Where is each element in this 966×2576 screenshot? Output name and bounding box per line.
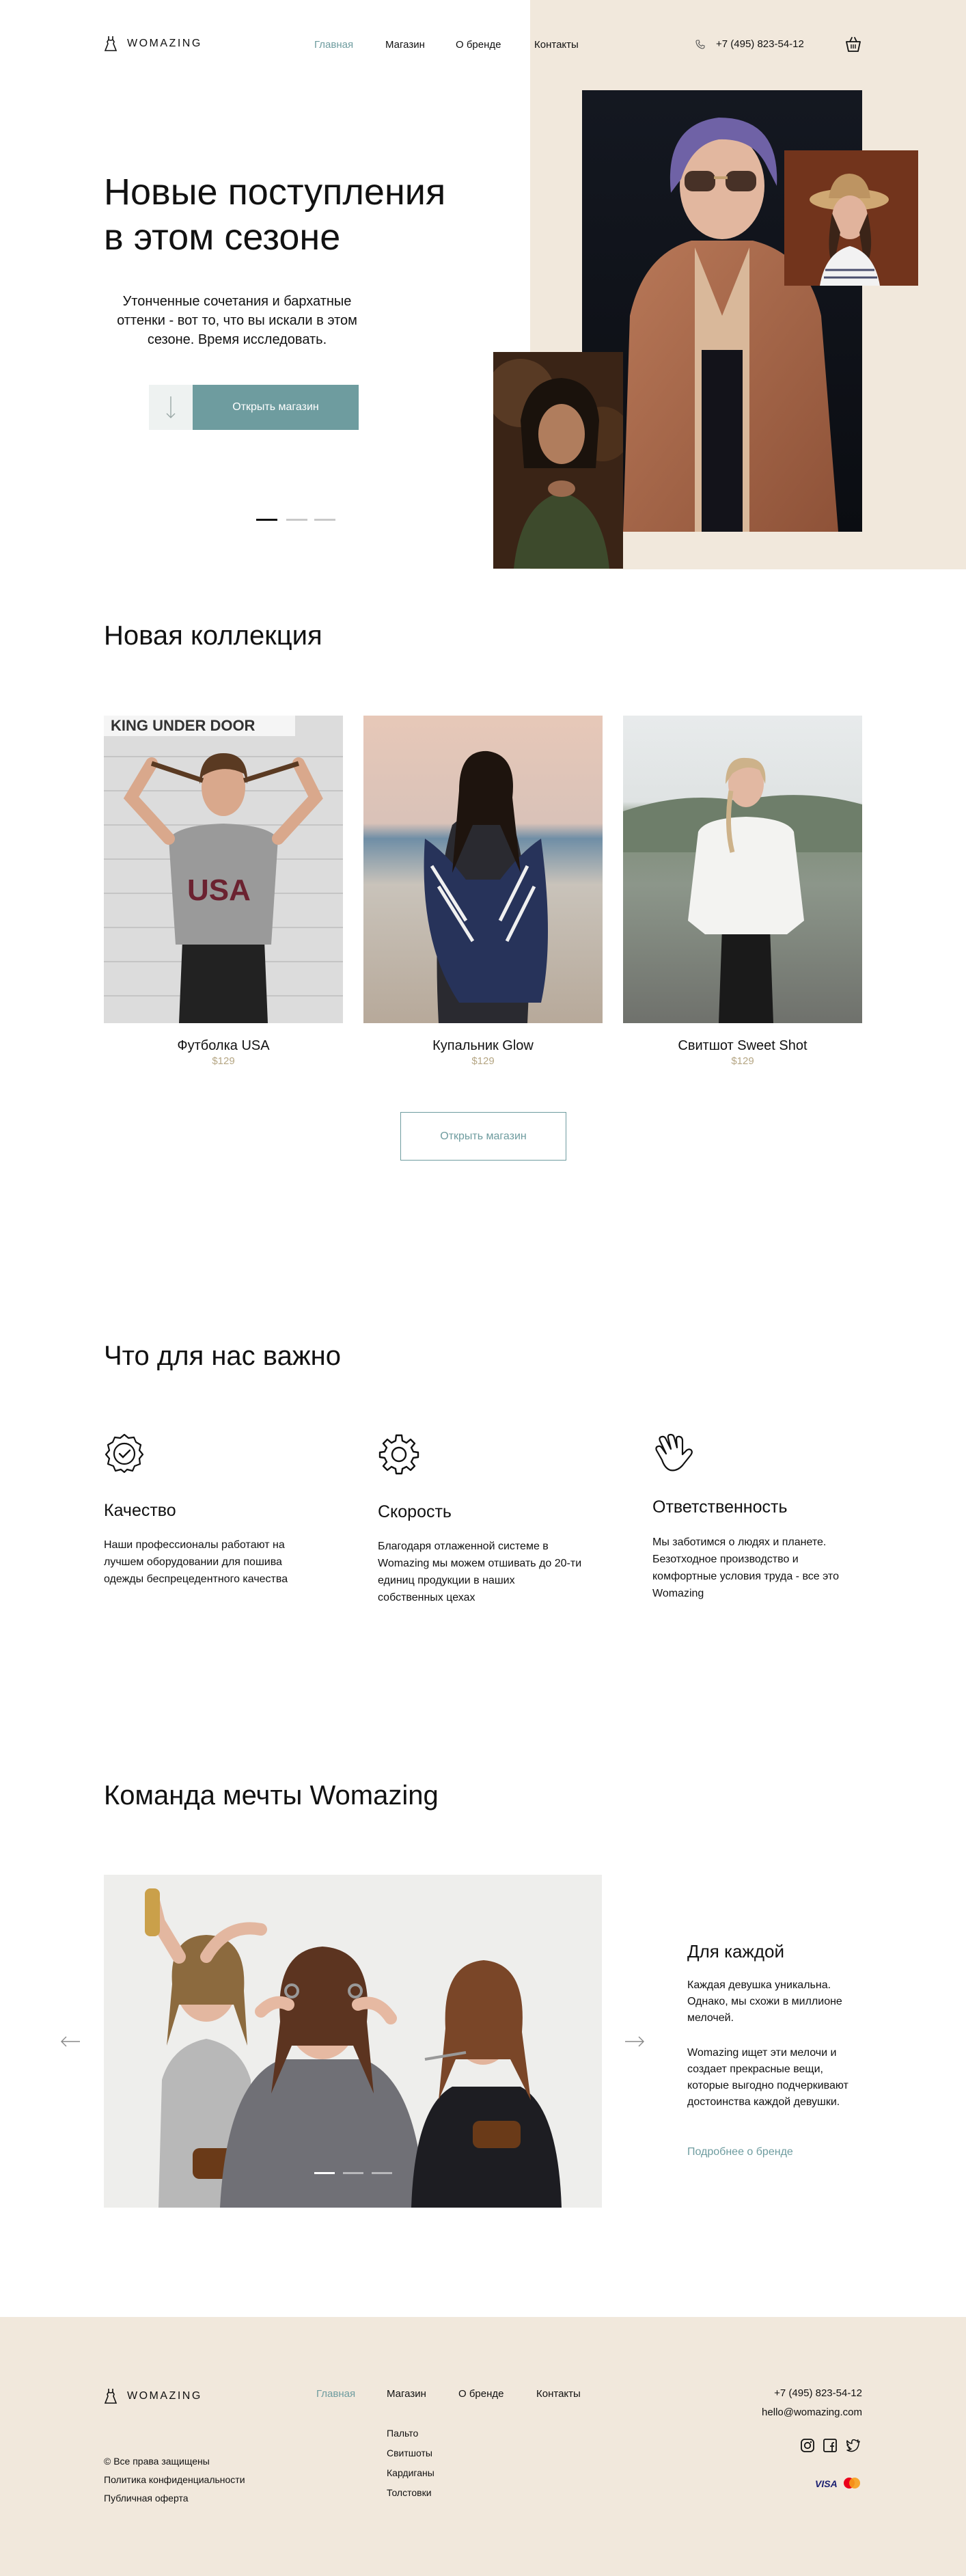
nav-home[interactable]: Главная	[314, 39, 353, 51]
brand-name: WOMAZING	[127, 38, 202, 49]
open-shop-button[interactable]: Открыть магазин	[193, 385, 359, 430]
dress-logo-icon	[104, 36, 118, 51]
phone-number: +7 (495) 823-54-12	[716, 38, 804, 50]
cart-icon[interactable]	[844, 36, 862, 53]
value-text-responsibility: Мы заботимся о людях и планете. Безотход…	[652, 1536, 839, 1599]
nav-shop[interactable]: Магазин	[385, 39, 425, 51]
hero-side-photo	[493, 352, 623, 569]
team-paragraph-2: Womazing ищет эти мелочи и создает прекр…	[687, 2047, 848, 2108]
team-subtitle: Для каждой	[687, 1941, 785, 1962]
team-photo	[104, 1875, 602, 2208]
nav-contacts[interactable]: Контакты	[534, 39, 579, 51]
arrow-right-icon[interactable]	[624, 2035, 645, 2048]
mastercard-icon	[844, 2478, 860, 2489]
value-title-speed: Скорость	[378, 1502, 452, 1521]
footer-nav-home[interactable]: Главная	[316, 2388, 355, 2400]
quality-badge-icon	[105, 1433, 144, 1474]
header-phone[interactable]: +7 (495) 823-54-12	[695, 38, 804, 50]
hero-subtitle: Утонченные сочетания и бархатные оттенки…	[117, 294, 357, 347]
value-title-responsibility: Ответственность	[652, 1497, 788, 1517]
dress-logo-icon	[104, 2389, 118, 2404]
footer-logo[interactable]: WOMAZING	[104, 2388, 202, 2404]
footer-nav-about[interactable]: О бренде	[458, 2388, 504, 2400]
nav-about[interactable]: О бренде	[456, 39, 501, 51]
team-paragraph-1: Каждая девушка уникальна. Однако, мы схо…	[687, 1979, 842, 2024]
scroll-down-button[interactable]	[149, 385, 193, 430]
slider-dot-3[interactable]	[314, 519, 335, 521]
team-title: Команда мечты Womazing	[104, 1780, 439, 1811]
hero-title: Новые поступления в этом сезоне	[104, 170, 527, 260]
slider-dot-2[interactable]	[286, 519, 307, 521]
product-price-usa: $129	[212, 1055, 235, 1067]
value-text-quality: Наши профессионалы работают на лучшем об…	[104, 1539, 288, 1585]
gear-icon	[378, 1434, 419, 1475]
footer	[0, 2317, 966, 2576]
about-brand-link[interactable]: Подробнее о бренде	[687, 2146, 793, 2158]
value-text-speed: Благодаря отлаженной системе в Womazing …	[378, 1541, 582, 1603]
footer-category-sweatshirts[interactable]: Свитшоты	[387, 2448, 432, 2458]
hand-icon	[655, 1433, 693, 1472]
arrow-left-icon[interactable]	[60, 2035, 81, 2048]
footer-nav-shop[interactable]: Магазин	[387, 2388, 426, 2400]
open-shop-outline-button[interactable]: Открыть магазин	[400, 1112, 566, 1161]
product-photo-usa[interactable]: KING UNDER DOOR USA	[104, 716, 343, 1023]
footer-phone[interactable]: +7 (495) 823-54-12	[774, 2387, 862, 2399]
instagram-icon[interactable]	[800, 2438, 815, 2453]
svg-text:USA: USA	[187, 873, 251, 907]
product-price-glow: $129	[471, 1055, 495, 1067]
header-logo[interactable]: WOMAZING	[104, 36, 202, 52]
product-price-sweetshot: $129	[731, 1055, 754, 1067]
product-name-glow[interactable]: Купальник Glow	[363, 1038, 603, 1054]
product-name-usa[interactable]: Футболка USA	[104, 1038, 343, 1054]
footer-category-coats[interactable]: Пальто	[387, 2428, 418, 2439]
hero-title-line-2: в этом сезоне	[104, 217, 341, 258]
twitter-icon[interactable]	[846, 2438, 861, 2453]
hero-hat-photo	[784, 150, 918, 286]
phone-icon	[695, 39, 705, 49]
footer-privacy-link[interactable]: Политика конфиденциальности	[104, 2474, 245, 2485]
footer-category-cardigans[interactable]: Кардиганы	[387, 2467, 434, 2478]
values-title: Что для нас важно	[104, 1341, 341, 1371]
product-photo-glow[interactable]	[363, 716, 603, 1023]
footer-copyright: © Все права защищены	[104, 2456, 210, 2467]
product-photo-sweetshot[interactable]	[623, 716, 862, 1023]
footer-offer-link[interactable]: Публичная оферта	[104, 2493, 189, 2504]
visa-logo: VISA	[815, 2478, 838, 2489]
slider-dot-1[interactable]	[256, 519, 277, 521]
collection-title: Новая коллекция	[104, 621, 322, 651]
footer-category-hoodies[interactable]: Толстовки	[387, 2487, 432, 2498]
value-title-quality: Качество	[104, 1501, 176, 1520]
hero-title-line-1: Новые поступления	[104, 172, 446, 213]
svg-text:KING UNDER DOOR: KING UNDER DOOR	[111, 717, 256, 734]
footer-brand-name: WOMAZING	[127, 2390, 202, 2402]
arrow-down-icon	[166, 396, 176, 418]
footer-email[interactable]: hello@womazing.com	[762, 2406, 862, 2418]
footer-nav-contacts[interactable]: Контакты	[536, 2388, 581, 2400]
facebook-icon[interactable]	[823, 2438, 838, 2453]
product-name-sweetshot[interactable]: Свитшот Sweet Shot	[623, 1038, 862, 1054]
